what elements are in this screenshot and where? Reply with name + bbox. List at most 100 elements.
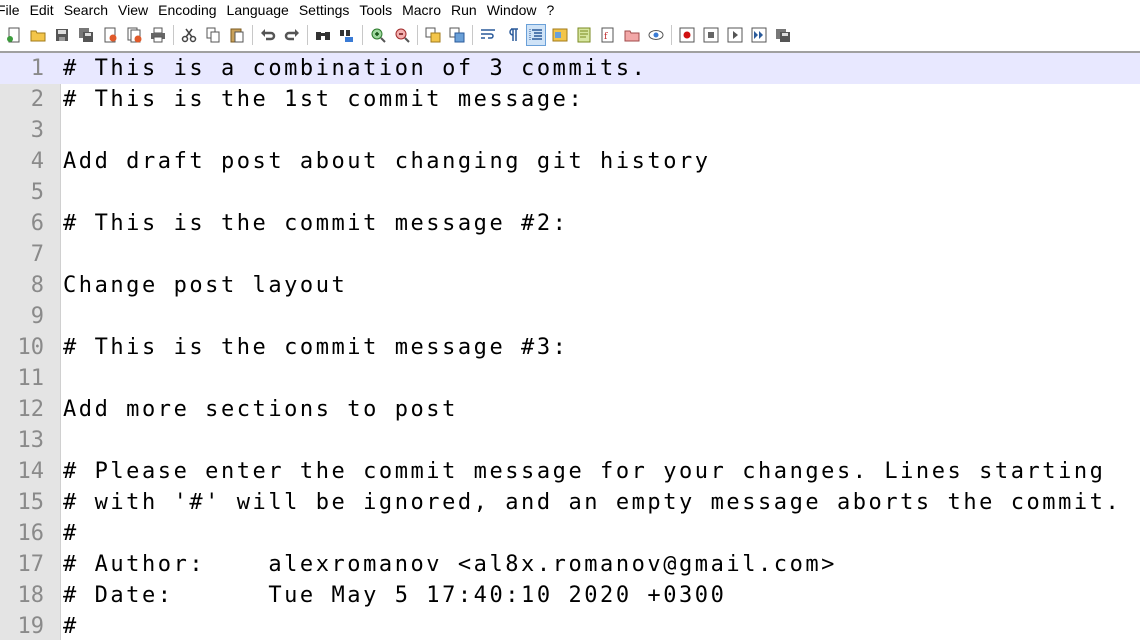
line-text[interactable]: # with '#' will be ignored, and an empty… [63,487,1121,518]
line-text[interactable]: # This is the commit message #2: [63,208,568,239]
document-map-icon[interactable] [574,24,594,46]
line-number: 1 [30,56,44,81]
show-all-chars-icon[interactable] [502,24,522,46]
editor-line[interactable]: 11 [0,363,1140,394]
editor-line[interactable]: 3 [0,115,1140,146]
find-icon[interactable] [313,24,333,46]
menu-run[interactable]: Run [446,0,482,20]
line-number: 3 [30,118,44,143]
new-file-icon[interactable] [4,24,24,46]
editor-line[interactable]: 15 # with '#' will be ignored, and an emp… [0,487,1140,518]
replace-icon[interactable] [337,24,357,46]
line-text[interactable]: # [63,611,79,640]
indent-guide-icon[interactable] [526,24,546,46]
line-number: 10 [17,335,45,360]
line-number: 15 [17,490,45,515]
toolbar-separator [671,25,672,45]
editor-line[interactable]: 1 # This is a combination of 3 commits. [0,53,1140,84]
line-number: 13 [17,428,45,453]
editor-line[interactable]: 9 [0,301,1140,332]
editor-line[interactable]: 14 # Please enter the commit message for … [0,456,1140,487]
run-macro-multiple-icon[interactable] [749,24,769,46]
line-number: 6 [30,211,44,236]
open-file-icon[interactable] [28,24,48,46]
folder-as-workspace-icon[interactable] [550,24,570,46]
line-number: 18 [17,583,45,608]
menu-encoding[interactable]: Encoding [153,0,221,20]
stop-macro-icon[interactable] [701,24,721,46]
close-all-icon[interactable] [124,24,144,46]
toolbar: f [0,21,1140,49]
line-number: 14 [17,459,45,484]
toolbar-separator [472,25,473,45]
close-icon[interactable] [100,24,120,46]
line-number: 9 [30,304,44,329]
menu-tools[interactable]: Tools [354,0,397,20]
record-macro-icon[interactable] [677,24,697,46]
copy-icon[interactable] [203,24,223,46]
editor-line[interactable]: 17 # Author: alexromanov <al8x.romanov@gm… [0,549,1140,580]
undo-icon[interactable] [258,24,278,46]
editor-line[interactable]: 6 # This is the commit message #2: [0,208,1140,239]
editor-line[interactable]: 8 Change post layout [0,270,1140,301]
line-text[interactable]: # This is a combination of 3 commits. [63,53,647,84]
menu-view[interactable]: View [113,0,153,20]
menu-window[interactable]: Window [482,0,542,20]
editor-line[interactable]: 12 Add more sections to post [0,394,1140,425]
menu-search[interactable]: Search [59,0,113,20]
paste-icon[interactable] [227,24,247,46]
zoom-out-icon[interactable] [392,24,412,46]
line-text[interactable]: # [63,518,79,549]
line-number: 7 [30,242,44,267]
line-text[interactable]: Add draft post about changing git histor… [63,146,711,177]
word-wrap-icon[interactable] [478,24,498,46]
editor-line[interactable]: 7 [0,239,1140,270]
doc-list-icon[interactable] [622,24,642,46]
monitoring-icon[interactable] [646,24,666,46]
editor[interactable]: 1 # This is a combination of 3 commits. 2 #… [0,53,1140,640]
toolbar-separator [362,25,363,45]
line-number: 8 [30,273,44,298]
line-text[interactable]: # Date: Tue May 5 17:40:10 2020 +0300 [63,580,726,611]
line-text[interactable]: # This is the commit message #3: [63,332,568,363]
save-icon[interactable] [52,24,72,46]
editor-line[interactable]: 19 # [0,611,1140,640]
print-icon[interactable] [148,24,168,46]
line-text[interactable]: Change post layout [63,270,347,301]
line-number: 19 [17,614,45,639]
menu-edit[interactable]: Edit [25,0,59,20]
menu-help[interactable]: ? [542,0,560,20]
editor-line[interactable]: 10 # This is the commit message #3: [0,332,1140,363]
line-number: 11 [17,366,45,391]
toolbar-separator [307,25,308,45]
menu-language[interactable]: Language [222,0,294,20]
play-macro-icon[interactable] [725,24,745,46]
menu-file[interactable]: File [0,0,25,20]
line-number: 2 [30,87,44,112]
menu-bar: File Edit Search View Encoding Language Settin… [0,0,1140,20]
line-number: 16 [17,521,45,546]
redo-icon[interactable] [282,24,302,46]
sync-horizontal-icon[interactable] [447,24,467,46]
save-all-icon[interactable] [76,24,96,46]
menu-macro[interactable]: Macro [397,0,446,20]
editor-line[interactable]: 18 # Date: Tue May 5 17:40:10 2020 +0300 [0,580,1140,611]
editor-line[interactable]: 13 [0,425,1140,456]
zoom-in-icon[interactable] [368,24,388,46]
editor-line[interactable]: 2 # This is the 1st commit message: [0,84,1140,115]
toolbar-separator [417,25,418,45]
editor-line[interactable]: 4 Add draft post about changing git histo… [0,146,1140,177]
line-text[interactable]: # Please enter the commit message for yo… [63,456,1105,487]
editor-line[interactable]: 5 [0,177,1140,208]
line-number: 4 [30,149,44,174]
editor-line[interactable]: 16 # [0,518,1140,549]
cut-icon[interactable] [179,24,199,46]
line-text[interactable]: # This is the 1st commit message: [63,84,584,115]
menu-settings[interactable]: Settings [294,0,355,20]
line-text[interactable]: Add more sections to post [63,394,458,425]
line-number: 17 [17,552,45,577]
function-list-icon[interactable]: f [598,24,618,46]
save-macro-icon[interactable] [773,24,793,46]
line-text[interactable]: # Author: alexromanov <al8x.romanov@gmai… [63,549,837,580]
sync-vertical-icon[interactable] [423,24,443,46]
